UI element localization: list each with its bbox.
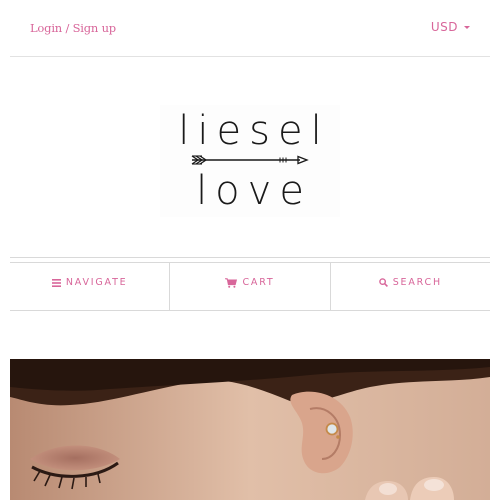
header-divider bbox=[10, 56, 490, 57]
caret-down-icon bbox=[464, 25, 470, 29]
hamburger-icon bbox=[51, 278, 61, 287]
hero-image[interactable] bbox=[10, 359, 490, 500]
currency-selector[interactable]: USD bbox=[431, 20, 470, 34]
logo-word-liesel: liesel bbox=[178, 108, 330, 154]
navigate-button[interactable]: NAVIGATE bbox=[10, 263, 169, 310]
nav-top-rule bbox=[10, 257, 490, 258]
login-signup-link[interactable]: Login / Sign up bbox=[30, 21, 116, 35]
cart-label: CART bbox=[242, 277, 275, 288]
currency-label: USD bbox=[430, 20, 458, 34]
main-nav: NAVIGATE CART SEARCH bbox=[10, 262, 490, 311]
cart-icon bbox=[225, 277, 238, 288]
logo-word-love: love bbox=[196, 168, 312, 214]
navigate-label: NAVIGATE bbox=[65, 277, 128, 288]
arrow-ornament-icon bbox=[191, 155, 309, 165]
search-icon bbox=[378, 278, 388, 287]
site-logo[interactable]: liesel love bbox=[160, 105, 340, 217]
search-button[interactable]: SEARCH bbox=[329, 263, 490, 310]
top-bar: Login / Sign up USD bbox=[0, 0, 500, 57]
hero-photo-earring bbox=[10, 359, 490, 500]
search-label: SEARCH bbox=[392, 277, 442, 288]
cart-button[interactable]: CART bbox=[169, 263, 329, 310]
